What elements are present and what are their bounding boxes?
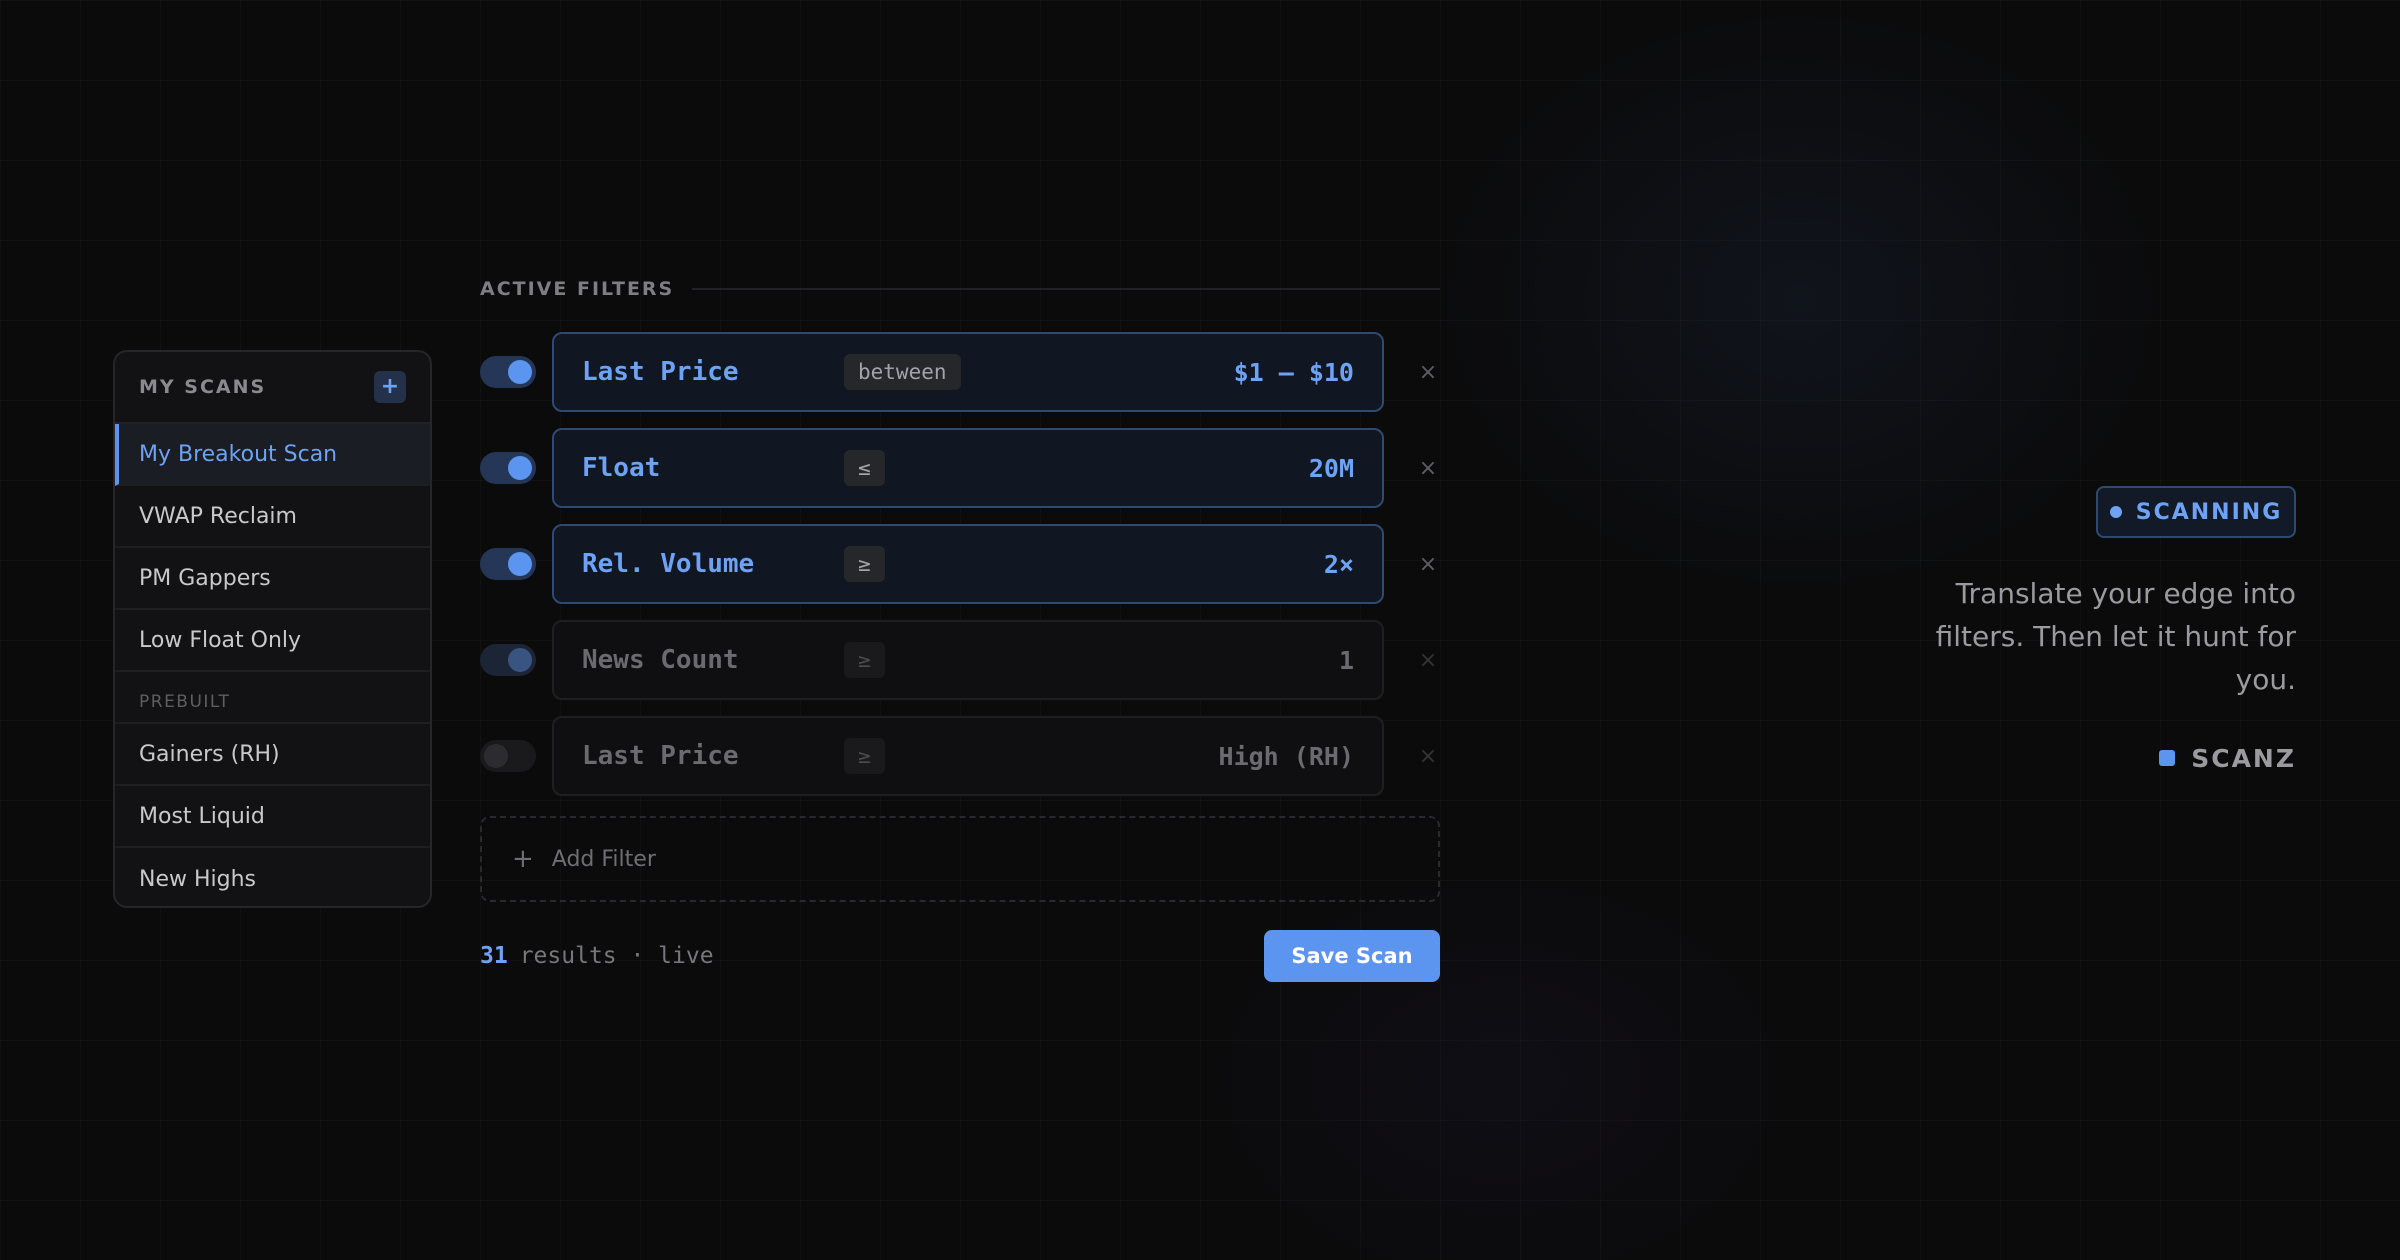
sidebar-item-vwap-reclaim[interactable]: VWAP Reclaim xyxy=(115,486,430,548)
filter-operator[interactable]: ≥ xyxy=(844,738,885,774)
toggle-knob xyxy=(508,648,532,672)
filter-name: Last Price xyxy=(582,741,739,771)
toggle-knob xyxy=(508,360,532,384)
filter-operator[interactable]: ≥ xyxy=(844,642,885,678)
sidebar-item-my-breakout-scan[interactable]: My Breakout Scan xyxy=(115,424,430,486)
filter-card[interactable]: News Count ≥ 1 xyxy=(552,620,1384,700)
results-count: 31 xyxy=(480,943,508,969)
filter-toggle[interactable] xyxy=(480,548,536,580)
sidebar-item-low-float-only[interactable]: Low Float Only xyxy=(115,610,430,672)
results-text: results · live xyxy=(519,943,714,969)
sidebar-item-most-liquid[interactable]: Most Liquid xyxy=(115,786,430,848)
add-filter-label: Add Filter xyxy=(551,846,656,872)
sidebar-title: MY SCANS xyxy=(139,376,267,398)
filter-card[interactable]: Float ≤ 20M xyxy=(552,428,1384,508)
remove-filter-icon[interactable]: × xyxy=(1412,452,1444,484)
filter-value[interactable]: 2× xyxy=(1324,550,1354,579)
status-label: SCANNING xyxy=(2135,499,2283,525)
sidebar-header: MY SCANS + xyxy=(115,352,430,424)
filter-operator[interactable]: ≥ xyxy=(844,546,885,582)
filter-value[interactable]: 1 xyxy=(1339,646,1354,675)
filter-name: News Count xyxy=(582,645,739,675)
filter-toggle[interactable] xyxy=(480,644,536,676)
filter-row-float: Float ≤ 20M × xyxy=(480,428,1440,508)
add-filter-button[interactable]: + Add Filter xyxy=(480,816,1440,902)
active-filters-header: ACTIVE FILTERS xyxy=(480,278,1440,300)
filter-row-news-count: News Count ≥ 1 × xyxy=(480,620,1440,700)
header-divider xyxy=(692,288,1440,290)
filter-value[interactable]: 20M xyxy=(1309,454,1354,483)
filter-value[interactable]: $1 – $10 xyxy=(1234,358,1354,387)
filter-toggle[interactable] xyxy=(480,452,536,484)
filter-card[interactable]: Rel. Volume ≥ 2× xyxy=(552,524,1384,604)
remove-filter-icon[interactable]: × xyxy=(1412,548,1444,580)
brand-name: SCANZ xyxy=(2191,743,2296,773)
add-scan-button[interactable]: + xyxy=(374,371,406,403)
filter-name: Last Price xyxy=(582,357,739,387)
active-filters-label: ACTIVE FILTERS xyxy=(480,278,675,300)
filter-name: Float xyxy=(582,453,661,483)
sidebar-section-prebuilt: PREBUILT xyxy=(115,672,430,724)
toggle-knob xyxy=(508,552,532,576)
sidebar-item-pm-gappers[interactable]: PM Gappers xyxy=(115,548,430,610)
brand-square-icon xyxy=(2159,750,2176,766)
sidebar-item-new-highs[interactable]: New Highs xyxy=(115,848,430,906)
filter-toggle[interactable] xyxy=(480,356,536,388)
sidebar-item-gainers-rh[interactable]: Gainers (RH) xyxy=(115,724,430,786)
filter-name: Rel. Volume xyxy=(582,549,755,579)
status-badge: SCANNING xyxy=(2096,486,2296,538)
status-dot-icon xyxy=(2109,506,2122,518)
filter-operator[interactable]: between xyxy=(844,354,961,390)
tagline: Translate your edge into filters. Then l… xyxy=(1935,577,2296,696)
remove-filter-icon[interactable]: × xyxy=(1412,644,1444,676)
remove-filter-icon[interactable]: × xyxy=(1412,740,1444,772)
filter-row-last-price-high: Last Price ≥ High (RH) × xyxy=(480,716,1440,796)
filter-card[interactable]: Last Price between $1 – $10 xyxy=(552,332,1384,412)
filter-value[interactable]: High (RH) xyxy=(1219,742,1354,771)
save-scan-button[interactable]: Save Scan xyxy=(1264,930,1440,982)
filter-operator[interactable]: ≤ xyxy=(844,450,885,486)
filter-toggle[interactable] xyxy=(480,740,536,772)
remove-filter-icon[interactable]: × xyxy=(1412,356,1444,388)
filter-card[interactable]: Last Price ≥ High (RH) xyxy=(552,716,1384,796)
toggle-knob xyxy=(508,456,532,480)
plus-icon: + xyxy=(512,844,534,874)
scans-sidebar: MY SCANS + My Breakout Scan VWAP Reclaim… xyxy=(113,350,432,908)
filter-row-rel-volume: Rel. Volume ≥ 2× × xyxy=(480,524,1440,604)
toggle-knob xyxy=(484,744,508,768)
results-summary: 31 results · live xyxy=(480,938,714,974)
brand-logo: SCANZ xyxy=(2150,740,2296,776)
filter-row-last-price: Last Price between $1 – $10 × xyxy=(480,332,1440,412)
